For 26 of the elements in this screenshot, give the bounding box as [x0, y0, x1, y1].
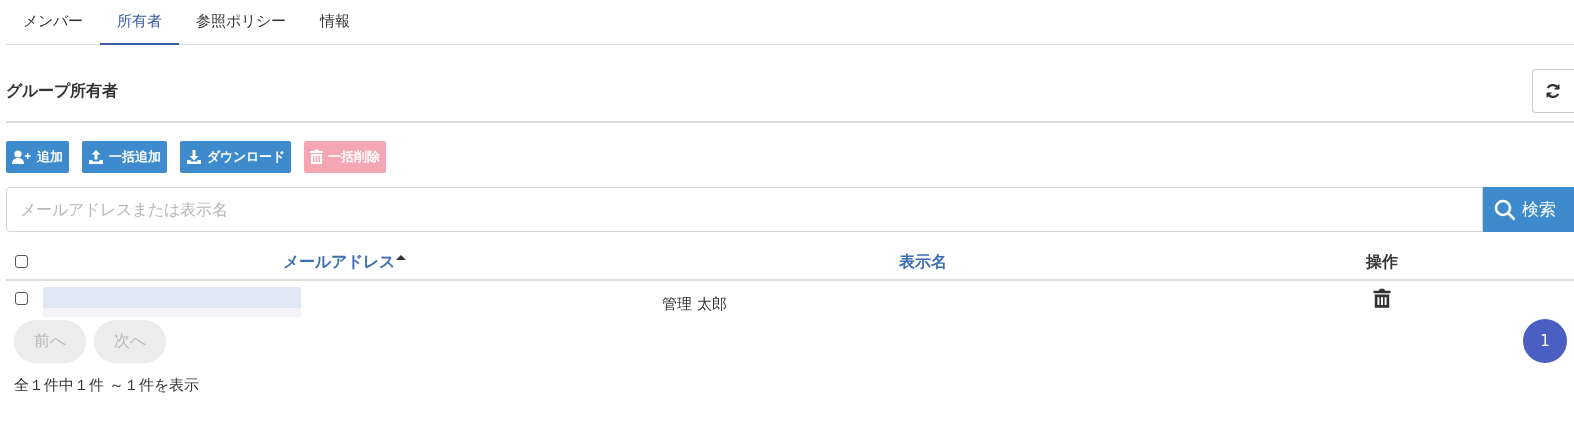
table-cell-text: 管理 太郎 [661, 294, 728, 315]
user-plus-icon [12, 150, 32, 164]
download-icon [186, 149, 202, 165]
action-button[interactable]: ダウンロード [180, 141, 291, 173]
search-button[interactable]: 検索 [1483, 187, 1574, 232]
tab[interactable]: 所有者 [100, 0, 179, 45]
search-icon [1494, 198, 1516, 221]
tab[interactable]: 情報 [303, 0, 367, 45]
page-button[interactable]: 1 [1523, 319, 1567, 363]
action-button[interactable]: 追加 [6, 141, 69, 173]
trash-icon[interactable] [1373, 288, 1391, 309]
checkbox[interactable] [15, 255, 28, 268]
column-header: 操作 [1366, 250, 1398, 273]
search-field[interactable]: メールアドレスまたは表示名 [6, 187, 1483, 232]
tab[interactable]: 参照ポリシー [179, 0, 303, 45]
refresh-button[interactable] [1532, 69, 1574, 113]
trash-icon [310, 149, 323, 165]
section-title: グループ所有者 [6, 80, 118, 102]
column-header[interactable]: メールアドレス [283, 249, 395, 274]
checkbox[interactable] [15, 292, 28, 305]
result-summary: 全１件中１件 ～１件を表示 [14, 376, 199, 394]
action-button[interactable]: 一括追加 [82, 141, 167, 173]
refresh-icon [1545, 83, 1561, 99]
upload-icon [88, 149, 104, 165]
column-header[interactable]: 表示名 [898, 249, 947, 274]
tab[interactable]: メンバー [6, 0, 100, 45]
